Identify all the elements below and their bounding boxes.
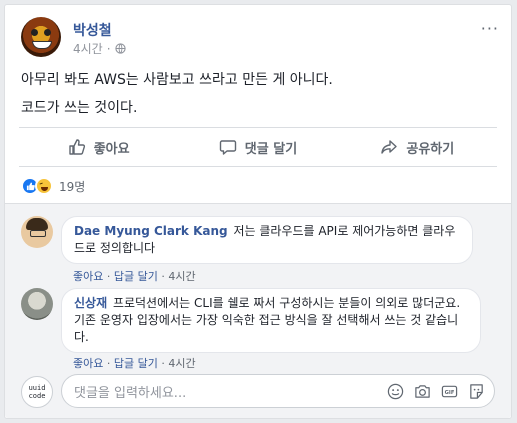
comments-section: Dae Myung Clark Kang 저는 클라우드를 API로 제어가능하… bbox=[5, 203, 511, 418]
comment-item: 신상재 프로덕션에서는 CLI를 쉘로 짜서 구성하시는 분들이 의외로 많더군… bbox=[21, 288, 495, 374]
post-card: 박성철 4시간 · ··· 아무리 봐도 AWS는 사람보고 쓰라고 만든 게 … bbox=[4, 4, 512, 419]
comment-bubble: 신상재 프로덕션에서는 CLI를 쉘로 짜서 구성하시는 분들이 의외로 많더군… bbox=[61, 288, 481, 353]
camera-icon[interactable] bbox=[413, 382, 431, 400]
separator-dot: · bbox=[157, 357, 169, 370]
reactions-summary[interactable]: 19명 bbox=[21, 177, 85, 195]
more-options-icon[interactable]: ··· bbox=[481, 19, 499, 38]
separator-dot: · bbox=[157, 270, 169, 283]
comment-label: 댓글 달기 bbox=[244, 141, 298, 157]
avatar-text-line: code bbox=[28, 392, 46, 400]
share-arrow-icon bbox=[381, 140, 398, 154]
comment-like-link[interactable]: 좋아요 bbox=[73, 270, 103, 283]
post-text: 아무리 봐도 AWS는 사람보고 쓰라고 만든 게 아니다. 코드가 쓰는 것이… bbox=[21, 71, 495, 127]
share-button[interactable]: 공유하기 bbox=[338, 138, 497, 157]
separator-dot: · bbox=[103, 270, 114, 283]
like-button[interactable]: 좋아요 bbox=[19, 138, 178, 157]
comment-actions: 좋아요 · 답글 달기 · 4시간 bbox=[73, 355, 196, 371]
comment-reply-link[interactable]: 답글 달기 bbox=[114, 270, 158, 283]
gif-icon[interactable]: GIF bbox=[440, 382, 458, 400]
commenter-avatar[interactable] bbox=[21, 288, 53, 320]
commenter-avatar[interactable] bbox=[21, 216, 53, 248]
post-line-1: 아무리 봐도 AWS는 사람보고 쓰라고 만든 게 아니다. bbox=[21, 72, 333, 88]
comment-item: Dae Myung Clark Kang 저는 클라우드를 API로 제어가능하… bbox=[21, 216, 495, 286]
post-actions: 좋아요 댓글 달기 공유하기 bbox=[19, 127, 497, 167]
comment-time[interactable]: 4시간 bbox=[168, 270, 195, 283]
post-line-2: 코드가 쓰는 것이다. bbox=[21, 100, 138, 116]
globe-icon bbox=[114, 43, 126, 54]
emoji-icon[interactable] bbox=[386, 382, 404, 400]
comment-bubble-icon bbox=[219, 140, 236, 155]
comment-bubble: Dae Myung Clark Kang 저는 클라우드를 API로 제어가능하… bbox=[61, 216, 473, 264]
author-avatar[interactable] bbox=[21, 17, 61, 57]
thumbs-up-icon bbox=[69, 139, 85, 155]
comment-composer: uuid code 댓글을 입력하세요... GIF bbox=[21, 374, 495, 410]
comment-like-link[interactable]: 좋아요 bbox=[73, 357, 103, 370]
reaction-count: 19명 bbox=[59, 179, 86, 194]
composer-icons: GIF bbox=[386, 382, 485, 400]
sticker-icon[interactable] bbox=[467, 382, 485, 400]
separator-dot: · bbox=[103, 357, 114, 370]
haha-reaction-icon bbox=[35, 177, 53, 195]
comment-actions: 좋아요 · 답글 달기 · 4시간 bbox=[73, 268, 196, 284]
comment-text: 프로덕션에서는 CLI를 쉘로 짜서 구성하시는 분들이 의외로 많더군요. 기… bbox=[74, 296, 461, 344]
gif-icon-label: GIF bbox=[444, 389, 454, 395]
commenter-name[interactable]: Dae Myung Clark Kang bbox=[74, 224, 228, 238]
post-meta: 4시간 · bbox=[73, 40, 126, 57]
comment-time[interactable]: 4시간 bbox=[168, 357, 195, 370]
share-label: 공유하기 bbox=[406, 141, 455, 157]
commenter-name[interactable]: 신상재 bbox=[74, 296, 107, 310]
comment-reply-link[interactable]: 답글 달기 bbox=[114, 357, 158, 370]
post-time[interactable]: 4시간 bbox=[73, 40, 103, 57]
post-header: 박성철 4시간 · ··· bbox=[21, 17, 499, 61]
author-name[interactable]: 박성철 bbox=[73, 20, 112, 40]
separator-dot: · bbox=[106, 41, 111, 56]
current-user-avatar: uuid code bbox=[21, 376, 53, 408]
comment-button[interactable]: 댓글 달기 bbox=[178, 138, 337, 157]
like-label: 좋아요 bbox=[93, 141, 130, 157]
avatar-text-line: uuid bbox=[28, 384, 46, 392]
